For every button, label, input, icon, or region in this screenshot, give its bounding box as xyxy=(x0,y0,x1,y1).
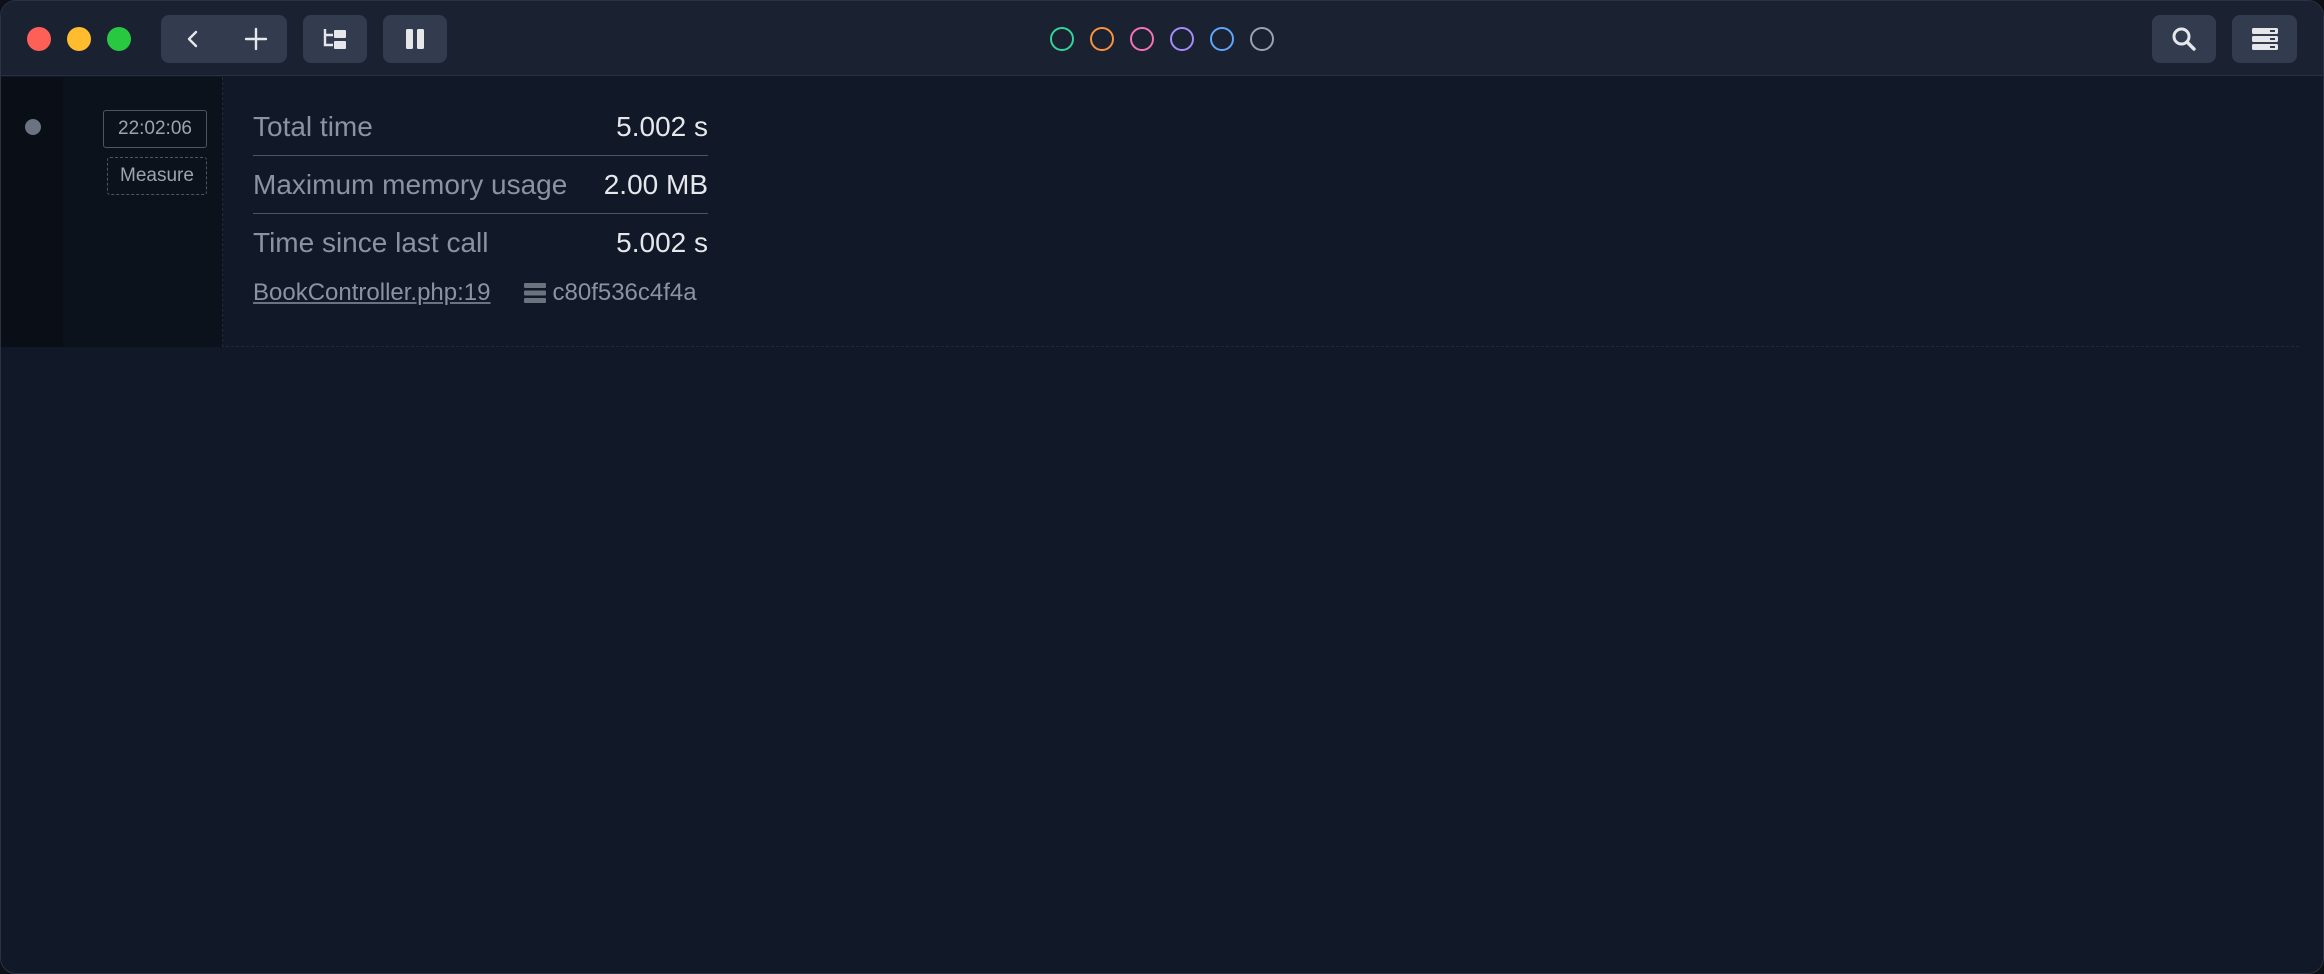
metric-label: Time since last call xyxy=(253,227,489,258)
metric-value: 5.002 s xyxy=(616,110,708,142)
color-filter-5[interactable] xyxy=(1210,27,1234,51)
metric-label: Maximum memory usage xyxy=(253,168,568,200)
search-button[interactable] xyxy=(2152,15,2216,63)
entry-type-tag: Measure xyxy=(107,157,207,195)
log-list: 22:02:06 Measure Total time 5.002 s Maxi… xyxy=(1,77,2323,973)
metric-row-max-memory: Maximum memory usage 2.00 MB xyxy=(253,156,708,214)
tree-view-button[interactable] xyxy=(303,15,367,63)
minimize-window-button[interactable] xyxy=(67,27,91,51)
settings-menu-button[interactable] xyxy=(2232,15,2297,63)
status-dot xyxy=(25,119,41,135)
color-filter-4[interactable] xyxy=(1170,27,1194,51)
log-entry[interactable]: 22:02:06 Measure Total time 5.002 s Maxi… xyxy=(1,77,2299,347)
entry-gutter-strip xyxy=(1,77,63,347)
metric-label: Total time xyxy=(253,110,373,142)
close-window-button[interactable] xyxy=(27,27,51,51)
server-list-icon xyxy=(2251,28,2278,50)
source-file-link[interactable]: BookController.php:19 xyxy=(253,279,491,307)
tree-icon xyxy=(323,29,346,49)
color-filter-6[interactable] xyxy=(1250,27,1274,51)
maximize-window-button[interactable] xyxy=(107,27,131,51)
metric-value: 2.00 MB xyxy=(603,168,708,200)
color-filter-3[interactable] xyxy=(1130,27,1154,51)
entry-gutter: 22:02:06 Measure xyxy=(1,77,223,347)
color-filter-2[interactable] xyxy=(1090,27,1114,51)
color-filter-group xyxy=(1050,27,1274,51)
entry-meta: BookController.php:19 c80f536c4f4a xyxy=(253,279,697,307)
metrics-table: Total time 5.002 s Maximum memory usage … xyxy=(253,98,708,272)
pause-button[interactable] xyxy=(383,15,447,63)
new-button[interactable] xyxy=(224,15,287,63)
metric-row-time-since-last: Time since last call 5.002 s xyxy=(253,214,708,272)
request-hash-text: c80f536c4f4a xyxy=(552,279,697,306)
color-filter-1[interactable] xyxy=(1050,27,1074,51)
chevron-left-icon xyxy=(187,30,197,48)
pause-icon xyxy=(406,29,424,49)
app-window: 22:02:06 Measure Total time 5.002 s Maxi… xyxy=(0,0,2324,974)
request-hash[interactable]: c80f536c4f4a xyxy=(523,279,697,307)
search-icon xyxy=(2172,27,2196,51)
entry-timestamp: 22:02:06 xyxy=(103,110,207,148)
title-bar xyxy=(1,1,2323,76)
metric-row-total-time: Total time 5.002 s xyxy=(253,98,708,156)
metric-value: 5.002 s xyxy=(616,227,708,258)
nav-button-group xyxy=(161,15,287,63)
plus-icon xyxy=(244,27,267,51)
back-button[interactable] xyxy=(161,15,224,63)
server-icon xyxy=(523,283,546,303)
